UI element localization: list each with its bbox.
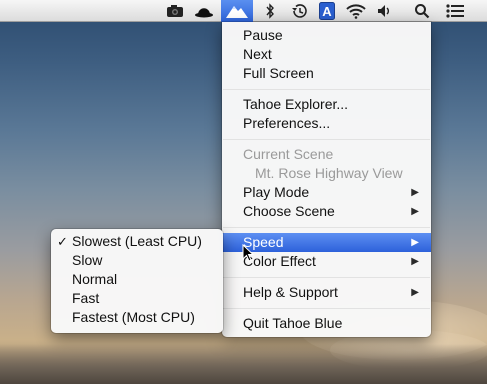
submenu-arrow-icon: ▶ xyxy=(411,237,419,248)
speed-option-fast[interactable]: Fast xyxy=(51,289,223,308)
tahoe-blue-menu: Pause Next Full Screen Tahoe Explorer...… xyxy=(222,22,431,337)
adium-icon[interactable]: A xyxy=(315,0,339,22)
speed-option-normal[interactable]: Normal xyxy=(51,270,223,289)
menu-separator xyxy=(223,139,430,140)
menu-item-choose-scene[interactable]: Choose Scene ▶ xyxy=(222,202,431,221)
menu-separator xyxy=(223,308,430,309)
menu-item-play-mode[interactable]: Play Mode ▶ xyxy=(222,183,431,202)
speed-option-fastest[interactable]: Fastest (Most CPU) xyxy=(51,308,223,327)
checkmark-icon: ✓ xyxy=(57,234,68,249)
choose-scene-label: Choose Scene xyxy=(243,203,335,219)
submenu-arrow-icon: ▶ xyxy=(411,287,419,298)
menu-separator xyxy=(223,227,430,228)
speed-option-slowest[interactable]: ✓ Slowest (Least CPU) xyxy=(51,232,223,251)
menu-item-tahoe-explorer[interactable]: Tahoe Explorer... xyxy=(222,95,431,114)
mouse-pointer-icon xyxy=(242,243,255,267)
menu-item-quit[interactable]: Quit Tahoe Blue xyxy=(222,314,431,333)
notification-list-icon[interactable] xyxy=(443,0,467,22)
submenu-arrow-icon: ▶ xyxy=(411,256,419,267)
volume-icon[interactable] xyxy=(373,0,397,22)
wallpaper-mountain xyxy=(0,344,487,384)
speed-option-slow[interactable]: Slow xyxy=(51,251,223,270)
camera-icon[interactable] xyxy=(163,0,187,22)
bluetooth-icon[interactable] xyxy=(258,0,282,22)
menu-separator xyxy=(223,89,430,90)
speed-submenu: ✓ Slowest (Least CPU) Slow Normal Fast F… xyxy=(51,229,223,333)
spotlight-search-icon[interactable] xyxy=(410,0,434,22)
menu-item-current-scene: Current Scene xyxy=(243,146,334,162)
adium-letter: A xyxy=(322,4,332,19)
tahoe-blue-mountain-icon[interactable] xyxy=(221,0,253,22)
speed-option-label: Slowest (Least CPU) xyxy=(72,233,202,249)
menu-item-scene-name: Mt. Rose Highway View xyxy=(255,165,403,181)
menu-bar: A xyxy=(0,0,487,22)
hat-icon[interactable] xyxy=(192,0,216,22)
menu-item-full-screen[interactable]: Full Screen xyxy=(222,64,431,83)
submenu-arrow-icon: ▶ xyxy=(411,187,419,198)
submenu-arrow-icon: ▶ xyxy=(411,206,419,217)
menu-item-help-support[interactable]: Help & Support ▶ xyxy=(222,283,431,302)
wifi-icon[interactable] xyxy=(344,0,368,22)
time-machine-icon[interactable] xyxy=(287,0,311,22)
menu-item-preferences[interactable]: Preferences... xyxy=(222,114,431,133)
help-support-label: Help & Support xyxy=(243,284,338,300)
play-mode-label: Play Mode xyxy=(243,184,310,200)
menu-separator xyxy=(223,277,430,278)
menu-item-pause[interactable]: Pause xyxy=(222,26,431,45)
menu-item-next[interactable]: Next xyxy=(222,45,431,64)
